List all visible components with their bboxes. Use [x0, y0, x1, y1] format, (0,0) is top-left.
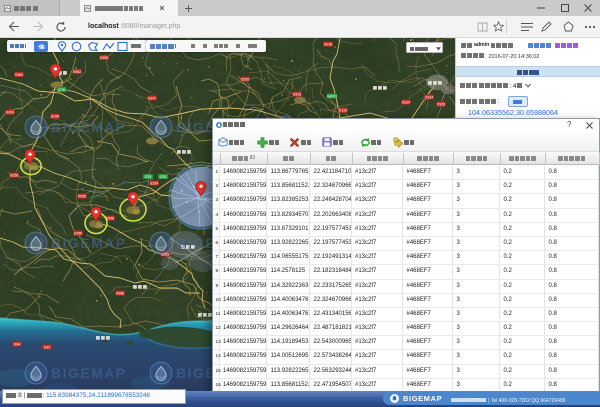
svg-text:G355: G355 — [100, 56, 109, 60]
svg-text:S360: S360 — [15, 73, 23, 77]
svg-text:X962: X962 — [73, 70, 81, 74]
svg-text:G358: G358 — [10, 174, 19, 178]
svg-text:G35: G35 — [145, 175, 152, 179]
svg-text:G25: G25 — [160, 175, 167, 179]
svg-text:S223: S223 — [293, 93, 301, 97]
svg-text:S254: S254 — [150, 182, 158, 186]
svg-text:BIGEMAP: BIGEMAP — [51, 366, 127, 381]
svg-text:X926: X926 — [437, 103, 445, 107]
svg-text:X986: X986 — [116, 292, 124, 296]
svg-text:G94: G94 — [14, 343, 21, 347]
svg-text:G205: G205 — [241, 78, 250, 82]
svg-text:S32: S32 — [44, 346, 50, 350]
svg-text:S347: S347 — [148, 97, 156, 101]
svg-text:S334: S334 — [425, 96, 433, 100]
svg-text:X555: X555 — [78, 195, 86, 199]
svg-text:G324: G324 — [6, 111, 15, 115]
svg-text:G324: G324 — [402, 101, 411, 105]
svg-text:BIGEMAP: BIGEMAP — [51, 120, 127, 135]
svg-text:S228: S228 — [51, 115, 59, 119]
svg-text:BIGEMAP: BIGEMAP — [51, 236, 127, 251]
svg-text:G4011: G4011 — [327, 95, 338, 99]
svg-text:G238: G238 — [324, 43, 333, 47]
svg-text:G78: G78 — [58, 88, 65, 92]
svg-text:S120: S120 — [339, 109, 347, 113]
